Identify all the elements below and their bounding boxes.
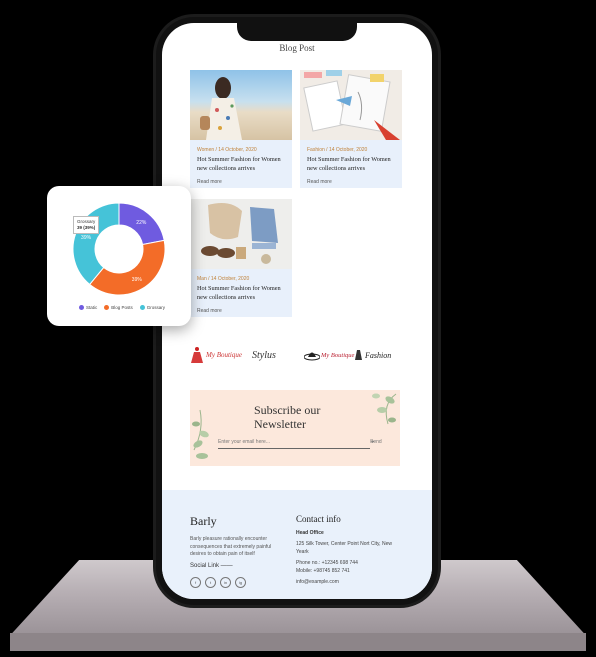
phone-mockup: Blog Post Women / 14 October, 2020 Hot S… <box>156 17 438 605</box>
blog-card-title[interactable]: Hot Summer Fashion for Women new collect… <box>190 282 292 303</box>
blog-card-meta: Fashion / 14 October, 2020 <box>307 147 368 153</box>
legend-swatch <box>79 305 84 310</box>
brand-logo-text: My Boutique <box>206 351 242 359</box>
footer-about: Barly pleasure rationally encounter cons… <box>190 536 272 557</box>
read-more-link[interactable]: Read more <box>190 303 292 314</box>
display-stand-front <box>10 633 586 651</box>
read-more-link[interactable]: Read more <box>190 174 292 185</box>
section-title: Blog Post <box>279 43 315 53</box>
footer-brand[interactable]: Barly <box>190 514 217 529</box>
legend-item[interactable]: Grossary <box>139 305 166 310</box>
blog-card[interactable]: Fashion / 14 October, 2020 Hot Summer Fa… <box>300 70 402 188</box>
tooltip-label: Grossary <box>77 219 96 224</box>
brand-logos: My Boutique Stylus My Boutique Fashion <box>186 343 396 367</box>
email-input-placeholder: Enter your email here... <box>218 439 270 445</box>
brand-logo-text: Stylus <box>252 349 276 361</box>
blog-card[interactable]: Women / 14 October, 2020 Hot Summer Fash… <box>190 70 292 188</box>
dress-icon <box>191 347 203 363</box>
facebook-icon[interactable]: f <box>190 577 201 588</box>
chart-tooltip: Grossary 39 (39%) <box>73 216 100 234</box>
legend-item[interactable]: Static <box>79 305 97 310</box>
brand-logo[interactable]: My Boutique <box>190 343 242 367</box>
newsletter-title: Subscribe our Newsletter <box>254 403 321 431</box>
blog-card[interactable]: Man / 14 October, 2020 Hot Summer Fashio… <box>190 199 292 317</box>
footer: Barly Barly pleasure rationally encounte… <box>162 490 432 599</box>
brand-logo-text: My Boutique <box>321 351 355 359</box>
blog-card-image[interactable] <box>190 199 292 269</box>
legend-swatch <box>139 305 145 310</box>
slice-label: 39% <box>132 277 143 283</box>
read-more-link[interactable]: Read more <box>300 174 402 185</box>
office-label: Head Office <box>296 530 324 536</box>
social-title: Social Link —— <box>190 563 233 569</box>
legend-label: Blog Posts <box>111 305 133 310</box>
blog-card-title[interactable]: Hot Summer Fashion for Women new collect… <box>190 153 292 174</box>
chart-widget: 22% 39% 39% Grossary 39 (39%) Static Blog … <box>47 186 191 326</box>
brand-logo[interactable]: Fashion <box>354 343 391 367</box>
mobile-number[interactable]: Mobile: +98745 852 741 <box>296 567 358 575</box>
phone-number[interactable]: Phone no.: +12345 698 744 <box>296 559 358 567</box>
twitter-icon[interactable]: t <box>205 577 216 588</box>
office-address: 125 Silk Tower, Center Point Nort City, … <box>296 541 392 555</box>
contact-email[interactable]: info@example.com <box>296 579 339 585</box>
legend-label: Static <box>86 305 98 310</box>
social-links: f t in ig <box>190 577 246 588</box>
brand-logo[interactable]: My Boutique <box>304 343 354 367</box>
instagram-icon[interactable]: ig <box>235 577 246 588</box>
contact-phones: Phone no.: +12345 698 744 Mobile: +98745… <box>296 559 358 575</box>
legend-item[interactable]: Blog Posts <box>104 305 133 310</box>
tooltip-value: 39 (39%) <box>77 224 96 230</box>
arrow-right-icon: ➜ <box>370 439 375 445</box>
donut-chart: 22% 39% 39% <box>72 202 166 296</box>
legend-swatch <box>104 305 110 310</box>
slice-label: 22% <box>136 220 147 226</box>
blog-card-image[interactable] <box>190 70 292 140</box>
hat-icon <box>304 352 320 361</box>
dress-icon <box>355 350 362 360</box>
legend-label: Grossary <box>146 305 166 310</box>
chart-legend: Static Blog Posts Grossary <box>79 305 165 310</box>
linkedin-icon[interactable]: in <box>220 577 231 588</box>
blog-card-meta: Man / 14 October, 2020 <box>197 276 250 282</box>
blog-card-image[interactable] <box>300 70 402 140</box>
blog-card-title[interactable]: Hot Summer Fashion for Women new collect… <box>300 153 402 174</box>
phone-screen: Blog Post Women / 14 October, 2020 Hot S… <box>162 23 432 599</box>
email-input[interactable]: Enter your email here... Send ➜ <box>218 438 382 449</box>
slice-label: 39% <box>81 235 92 241</box>
contact-title: Contact info <box>296 514 341 524</box>
newsletter-section: Subscribe our Newsletter Enter your email… <box>190 390 400 466</box>
blog-card-meta: Women / 14 October, 2020 <box>197 147 257 153</box>
brand-logo[interactable]: Stylus <box>252 343 276 367</box>
brand-logo-text: Fashion <box>365 350 392 360</box>
phone-notch <box>237 23 357 41</box>
